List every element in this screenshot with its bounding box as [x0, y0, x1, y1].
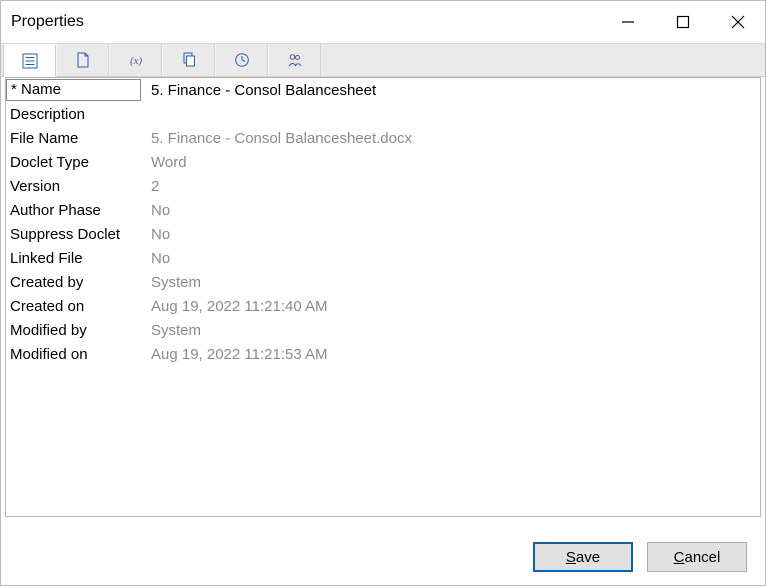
label-file-name: File Name	[6, 130, 141, 147]
row-created-by: Created by System	[6, 270, 760, 294]
row-name: * Name 5. Finance - Consol Balancesheet	[6, 78, 760, 102]
row-modified-on: Modified on Aug 19, 2022 11:21:53 AM	[6, 342, 760, 366]
value-file-name: 5. Finance - Consol Balancesheet.docx	[141, 130, 760, 147]
label-created-on: Created on	[6, 298, 141, 315]
row-author-phase: Author Phase No	[6, 198, 760, 222]
value-created-on: Aug 19, 2022 11:21:40 AM	[141, 298, 760, 315]
value-author-phase: No	[141, 202, 760, 219]
properties-list-icon	[22, 53, 38, 69]
titlebar: Properties	[1, 1, 765, 43]
content-area: * Name 5. Finance - Consol Balancesheet …	[1, 77, 765, 529]
users-icon	[287, 52, 303, 68]
value-suppress-doclet: No	[141, 226, 760, 243]
properties-dialog: Properties (x)	[0, 0, 766, 586]
label-modified-by: Modified by	[6, 322, 141, 339]
value-created-by: System	[141, 274, 760, 291]
cancel-button[interactable]: Cancel	[647, 542, 747, 572]
copy-tab[interactable]	[162, 44, 215, 76]
row-suppress-doclet: Suppress Doclet No	[6, 222, 760, 246]
window-title: Properties	[11, 13, 84, 31]
tabbar: (x)	[1, 43, 765, 77]
value-modified-by: System	[141, 322, 760, 339]
minimize-icon	[621, 15, 635, 29]
cancel-button-label: Cancel	[674, 549, 721, 566]
label-created-by: Created by	[6, 274, 141, 291]
label-suppress-doclet: Suppress Doclet	[6, 226, 141, 243]
value-doclet-type: Word	[141, 154, 760, 171]
label-linked-file: Linked File	[6, 250, 141, 267]
minimize-button[interactable]	[600, 1, 655, 43]
value-version: 2	[141, 178, 760, 195]
value-name[interactable]: 5. Finance - Consol Balancesheet	[141, 82, 760, 99]
clock-icon	[234, 52, 250, 68]
dialog-footer: Save Cancel	[1, 529, 765, 585]
row-version: Version 2	[6, 174, 760, 198]
close-button[interactable]	[710, 1, 765, 43]
label-doclet-type: Doclet Type	[6, 154, 141, 171]
maximize-button[interactable]	[655, 1, 710, 43]
value-linked-file: No	[141, 250, 760, 267]
label-author-phase: Author Phase	[6, 202, 141, 219]
variable-x-icon: (x)	[128, 52, 144, 68]
close-icon	[731, 15, 745, 29]
row-modified-by: Modified by System	[6, 318, 760, 342]
row-file-name: File Name 5. Finance - Consol Balanceshe…	[6, 126, 760, 150]
page-icon	[75, 52, 91, 68]
value-modified-on: Aug 19, 2022 11:21:53 AM	[141, 346, 760, 363]
maximize-icon	[676, 15, 690, 29]
row-linked-file: Linked File No	[6, 246, 760, 270]
svg-text:(x): (x)	[130, 55, 143, 67]
properties-tab[interactable]	[3, 44, 56, 77]
properties-table: * Name 5. Finance - Consol Balancesheet …	[5, 77, 761, 517]
label-version: Version	[6, 178, 141, 195]
doclet-tab[interactable]	[56, 44, 109, 76]
actors-tab[interactable]	[268, 44, 321, 76]
save-button[interactable]: Save	[533, 542, 633, 572]
row-description: Description	[6, 102, 760, 126]
label-description: Description	[6, 106, 141, 123]
label-modified-on: Modified on	[6, 346, 141, 363]
row-doclet-type: Doclet Type Word	[6, 150, 760, 174]
row-created-on: Created on Aug 19, 2022 11:21:40 AM	[6, 294, 760, 318]
copy-page-icon	[181, 52, 197, 68]
save-button-label: Save	[566, 549, 600, 566]
variables-tab[interactable]: (x)	[109, 44, 162, 76]
history-tab[interactable]	[215, 44, 268, 76]
label-name: * Name	[6, 79, 141, 101]
